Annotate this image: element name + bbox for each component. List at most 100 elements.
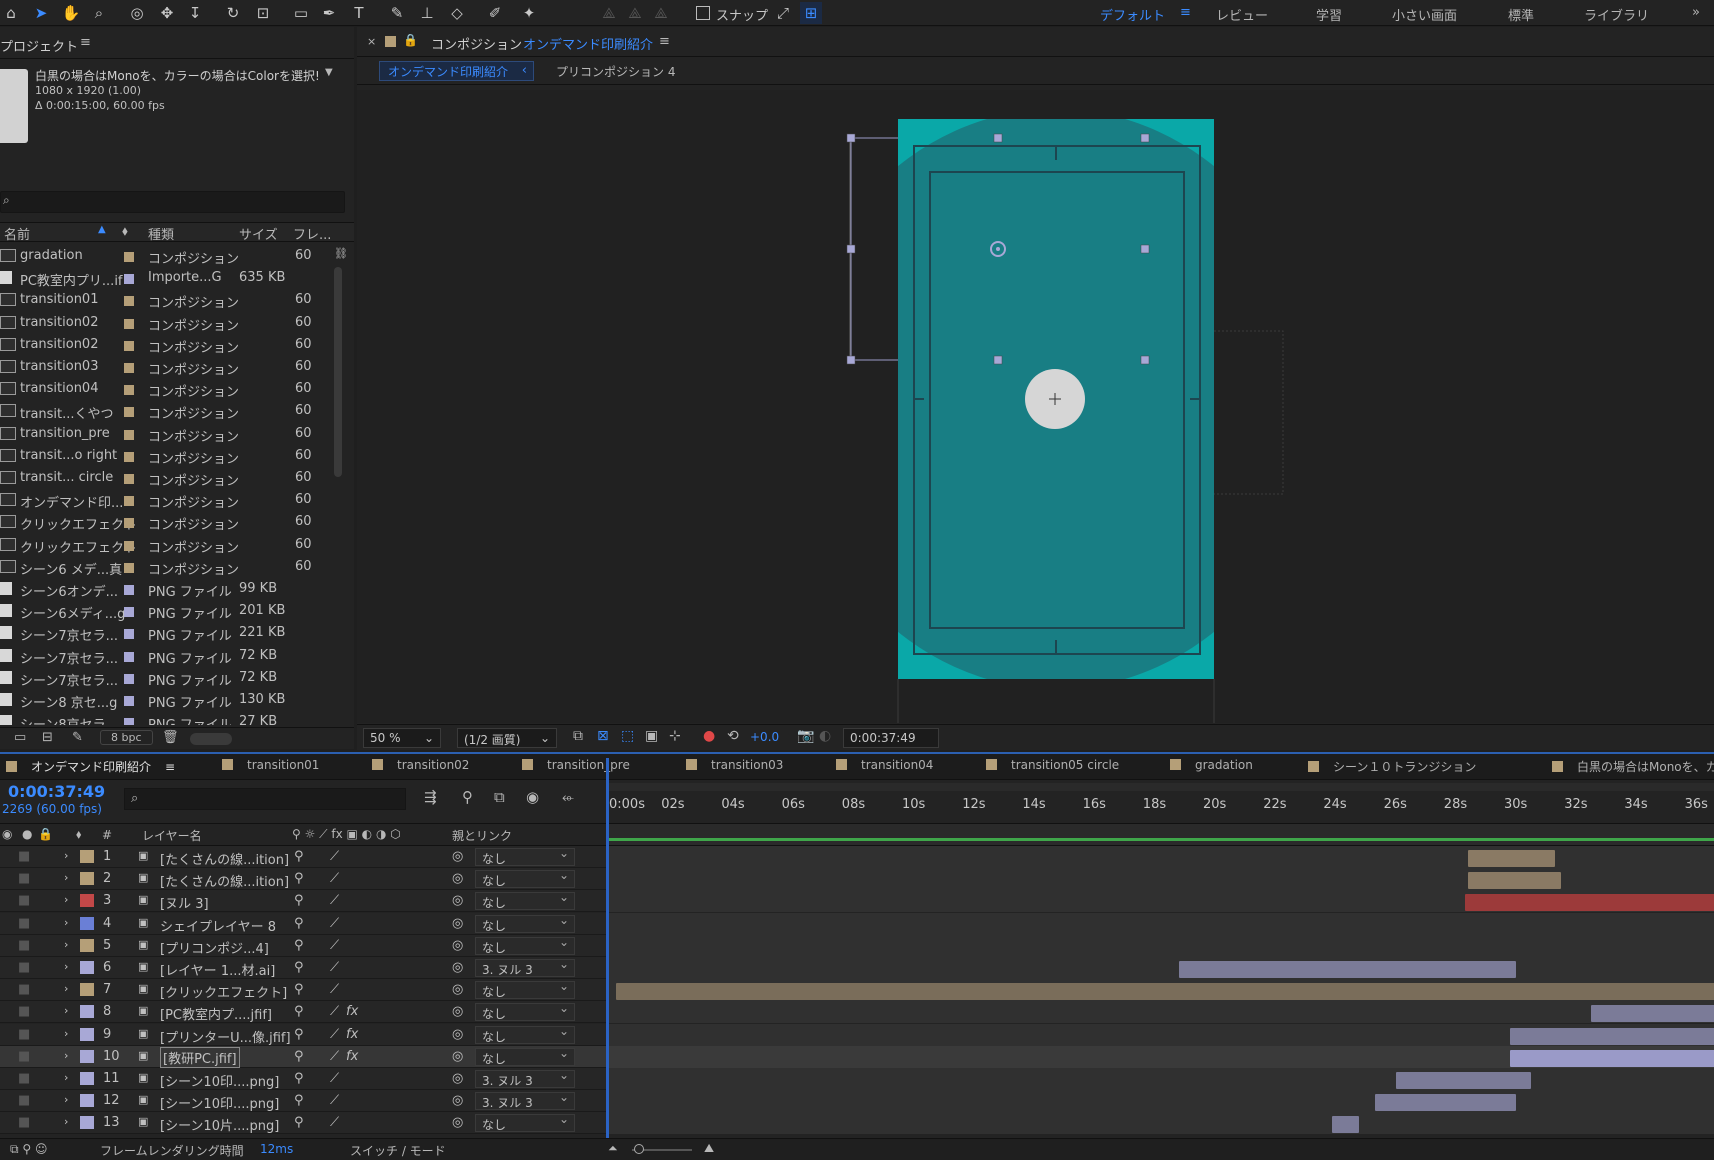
video-toggle[interactable]: ■ xyxy=(18,938,30,953)
timeline-tab[interactable]: シーン１０トランジション xyxy=(1308,758,1476,775)
bit-depth-button[interactable]: 8 bpc xyxy=(100,730,153,745)
sort-ascending-icon[interactable]: ▲ xyxy=(98,224,106,235)
project-item[interactable]: transition04 コンポジション 60 xyxy=(0,378,332,400)
col-size[interactable]: サイズ xyxy=(239,224,278,243)
layer-name[interactable]: [たくさんの線...ition] xyxy=(160,871,289,890)
shy-switch-icon[interactable]: ⚲ xyxy=(294,1049,304,1064)
layer-duration-bar[interactable] xyxy=(1178,961,1516,978)
layer-label-swatch[interactable] xyxy=(80,1116,94,1130)
parent-dropdown[interactable]: なし xyxy=(475,979,575,1000)
pickwhip-icon[interactable]: ◎ xyxy=(452,893,463,908)
layer-label-swatch[interactable] xyxy=(80,938,94,952)
label-color-swatch[interactable] xyxy=(124,718,134,725)
brush-tool-icon[interactable]: ✎ xyxy=(386,2,408,24)
expand-chevron-icon[interactable]: › xyxy=(64,871,68,884)
close-panel-icon[interactable]: × xyxy=(367,35,376,48)
layer-name-column[interactable]: レイヤー名 xyxy=(142,827,202,844)
shy-switch-icon[interactable]: ⚲ xyxy=(294,849,304,864)
workspace-small-screen[interactable]: 小さい画面 xyxy=(1392,5,1457,24)
parent-dropdown[interactable]: なし xyxy=(475,890,575,911)
quality-switch-icon[interactable]: ⟋ xyxy=(330,1093,339,1108)
layer-label-swatch[interactable] xyxy=(80,1005,94,1019)
zoom-dropdown[interactable]: 50 % ⌄ xyxy=(363,728,441,748)
resolution-dropdown[interactable]: (1/2 画質) ⌄ xyxy=(457,728,557,748)
lock-icon[interactable]: 🔒 xyxy=(403,33,418,47)
delete-icon[interactable]: 🗑 xyxy=(162,730,179,745)
breadcrumb-current[interactable]: オンデマンド印刷紹介 ‹ xyxy=(379,61,534,81)
parent-dropdown[interactable]: なし xyxy=(475,1001,575,1022)
timeline-tab[interactable]: transition05 circle xyxy=(986,758,1119,772)
layer-name[interactable]: [シーン10印....png] xyxy=(160,1071,279,1090)
video-toggle[interactable]: ■ xyxy=(18,982,30,997)
shy-switch-icon[interactable]: ⚲ xyxy=(294,893,304,908)
effects-switch-icon[interactable]: fx xyxy=(346,1027,358,1042)
comp-flowchart-icon[interactable]: ⇶ xyxy=(424,788,437,806)
composition-name[interactable]: オンデマンド印刷紹介 xyxy=(523,34,653,53)
layer-label-swatch[interactable] xyxy=(80,1049,94,1063)
pan-behind-tool-icon[interactable]: ⊡ xyxy=(252,2,274,24)
quality-switch-icon[interactable]: ⟋ xyxy=(330,1027,339,1042)
label-color-swatch[interactable] xyxy=(124,407,134,418)
layer-label-swatch[interactable] xyxy=(80,983,94,997)
pan-camera-icon[interactable]: ✥ xyxy=(156,2,178,24)
region-of-interest-icon[interactable]: ▣ xyxy=(645,728,658,744)
layer-row[interactable]: ■ › 9 ▣ [プリンターU...像.jfif] ⚲ ⟋ fx ◎ なし xyxy=(0,1023,1714,1046)
video-toggle[interactable]: ■ xyxy=(18,1049,30,1064)
layer-row[interactable]: ■ › 4 ▣ シェイプレイヤー 8 ⚲ ⟋ ◎ なし xyxy=(0,912,1714,935)
frame-blending-icon[interactable]: ⧉ xyxy=(494,788,505,806)
workspace-standard[interactable]: 標準 xyxy=(1508,5,1534,24)
layer-row[interactable]: ■ › 6 ▣ [レイヤー 1...材.ai] ⚲ ⟋ ◎ 3. ヌル 3 xyxy=(0,957,1714,979)
layer-label-swatch[interactable] xyxy=(80,894,94,908)
pickwhip-icon[interactable]: ◎ xyxy=(452,1115,463,1130)
layer-label-swatch[interactable] xyxy=(80,1094,94,1108)
layer-label-swatch[interactable] xyxy=(80,850,94,863)
shy-switch-icon[interactable]: ⚲ xyxy=(294,1115,304,1130)
layer-row[interactable]: ■ › 12 ▣ [シーン10印....png] ⚲ ⟋ ◎ 3. ヌル 3 xyxy=(0,1090,1714,1113)
project-menu-icon[interactable]: ≡ xyxy=(80,35,91,50)
flowchart-icon[interactable]: ⛓ xyxy=(334,247,348,260)
effects-switch-icon[interactable]: fx xyxy=(346,1004,358,1019)
layer-row[interactable]: ■ › 10 ▣ [教研PC.jfif] ⚲ ⟋ fx ◎ なし xyxy=(0,1045,1714,1068)
pickwhip-icon[interactable]: ◎ xyxy=(452,938,463,953)
project-item[interactable]: transition02 コンポジション 60 xyxy=(0,334,332,356)
label-color-swatch[interactable] xyxy=(124,585,134,595)
project-item[interactable]: シーン6メディ...g PNG ファイル 201 KB xyxy=(0,600,332,622)
current-time-display[interactable]: 0:00:37:49 xyxy=(8,782,105,801)
expand-chevron-icon[interactable]: › xyxy=(64,1115,68,1128)
label-column-icon[interactable]: ⬧ xyxy=(76,827,81,842)
project-item[interactable]: シーン7京セラ... PNG ファイル 72 KB xyxy=(0,667,332,689)
video-toggle[interactable]: ■ xyxy=(18,1004,30,1019)
rotate-tool-icon[interactable]: ↻ xyxy=(222,2,244,24)
rectangle-tool-icon[interactable]: ▭ xyxy=(290,2,312,24)
parent-dropdown[interactable]: なし xyxy=(475,868,575,889)
workspace-menu-icon[interactable]: ≡ xyxy=(1180,5,1191,20)
expand-chevron-icon[interactable]: › xyxy=(64,1093,68,1106)
project-item[interactable]: クリックエフェクト コンポジション 60 xyxy=(0,511,332,533)
video-toggle[interactable]: ■ xyxy=(18,1115,30,1130)
expand-chevron-icon[interactable]: › xyxy=(64,1049,68,1062)
parent-dropdown[interactable]: 3. ヌル 3 xyxy=(475,1090,575,1111)
project-item[interactable]: transit...くやつ コンポジション 60 xyxy=(0,400,332,422)
project-item[interactable]: シーン6 メデ...真 コンポジション 60 xyxy=(0,556,332,578)
label-color-swatch[interactable] xyxy=(124,673,134,684)
workspace-learn[interactable]: 学習 xyxy=(1316,5,1342,24)
quality-switch-icon[interactable]: ⟋ xyxy=(330,1071,339,1086)
layer-name[interactable]: [シーン10片....png] xyxy=(160,1115,279,1134)
parent-dropdown[interactable]: なし xyxy=(475,1046,575,1066)
col-frames[interactable]: フレ... xyxy=(293,224,331,243)
layer-label-swatch[interactable] xyxy=(80,1072,94,1085)
pickwhip-icon[interactable]: ◎ xyxy=(452,916,463,931)
project-item[interactable]: オンデマンド印... コンポジション 60 xyxy=(0,489,332,511)
col-type[interactable]: 種類 xyxy=(148,224,174,243)
parent-dropdown[interactable]: なし xyxy=(475,846,575,866)
interpret-footage-icon[interactable]: ✎ xyxy=(72,730,83,745)
expand-chevron-icon[interactable]: › xyxy=(64,1004,68,1017)
mask-visibility-icon[interactable]: ⬚ xyxy=(621,728,634,744)
layer-duration-bar[interactable] xyxy=(1374,1094,1516,1112)
effects-switch-icon[interactable]: fx xyxy=(346,1049,358,1064)
clone-stamp-icon[interactable]: ⊥ xyxy=(416,2,438,24)
quality-switch-icon[interactable]: ⟋ xyxy=(330,938,339,953)
quality-switch-icon[interactable]: ⟋ xyxy=(330,1049,339,1064)
selected-item-dropdown-icon[interactable]: ▼ xyxy=(325,67,333,78)
label-color-swatch[interactable] xyxy=(124,252,134,262)
